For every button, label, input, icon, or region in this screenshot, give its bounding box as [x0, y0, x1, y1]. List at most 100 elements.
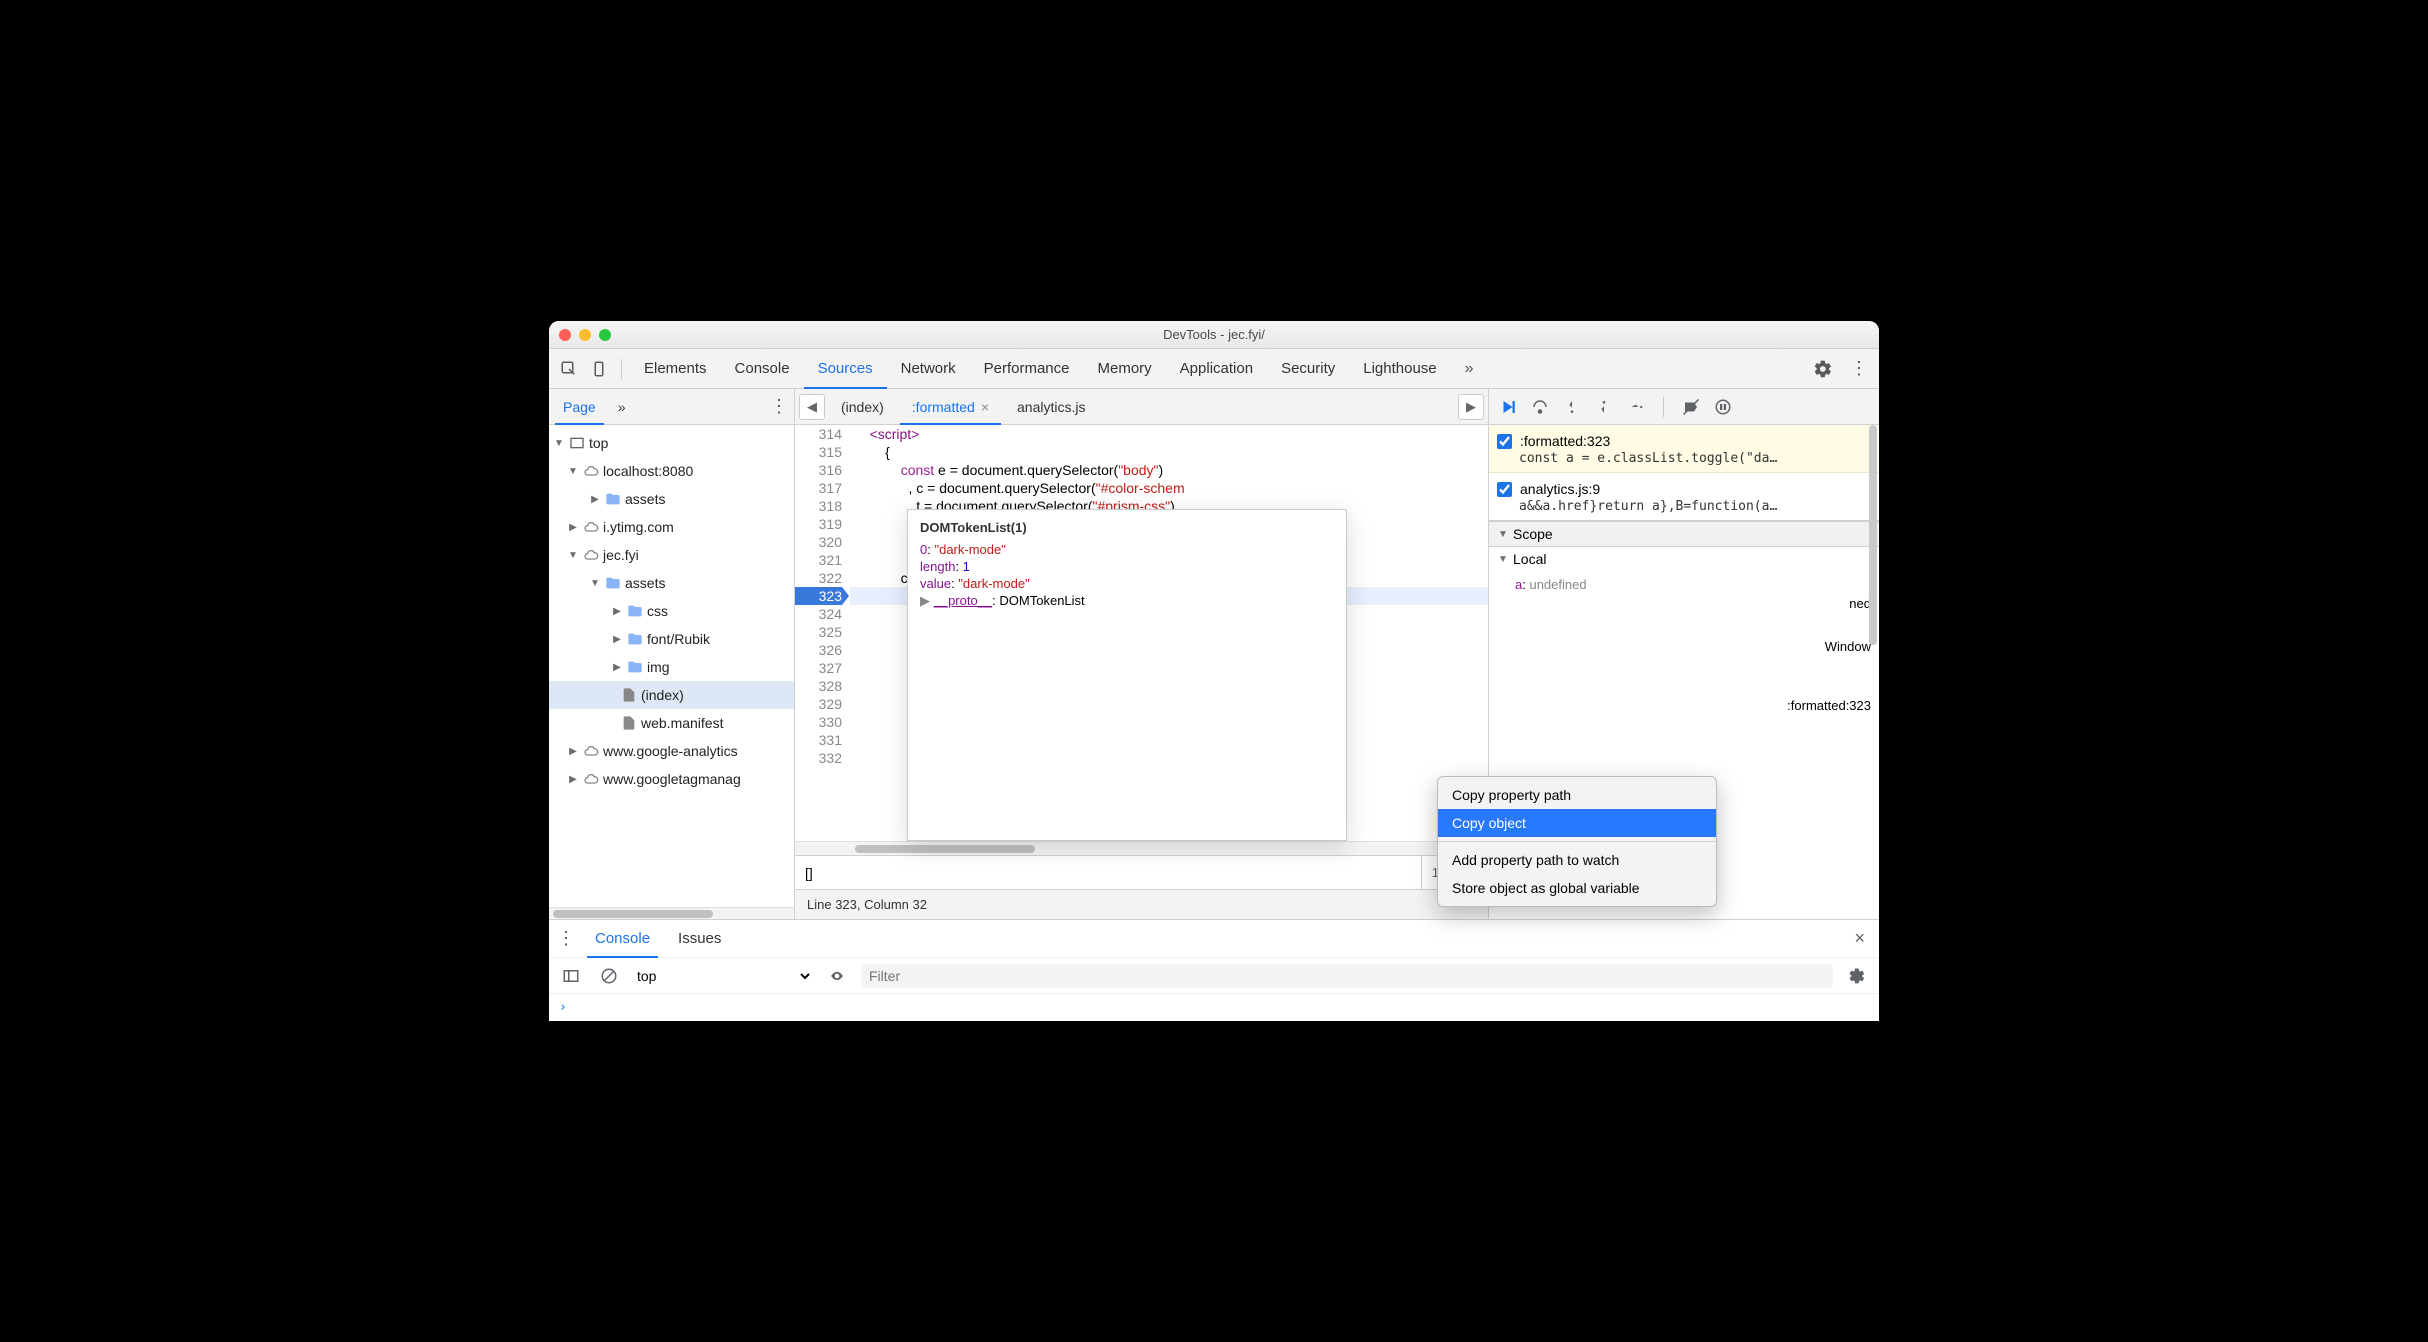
- editor-status-bar: Line 323, Column 32: [795, 889, 1488, 919]
- tabs-overflow-icon[interactable]: »: [1451, 349, 1488, 389]
- devtools-window: DevTools - jec.fyi/ Elements Console Sou…: [549, 321, 1879, 1021]
- tree-folder[interactable]: assets: [625, 575, 665, 591]
- tree-domain[interactable]: localhost:8080: [603, 463, 693, 479]
- object-inspector-tooltip[interactable]: DOMTokenList(1) 0: "dark-mode" length: 1…: [907, 509, 1347, 841]
- tree-domain[interactable]: www.googletagmanag: [603, 771, 741, 787]
- nav-forward-icon[interactable]: ▶: [1458, 394, 1484, 420]
- tab-lighthouse[interactable]: Lighthouse: [1349, 349, 1450, 389]
- tab-sources[interactable]: Sources: [804, 349, 887, 389]
- scope-header[interactable]: ▼Scope: [1489, 521, 1879, 547]
- tooltip-proto[interactable]: ▶ __proto__: DOMTokenList: [920, 592, 1334, 610]
- breakpoint-label[interactable]: analytics.js:9: [1520, 481, 1600, 497]
- breakpoint-row[interactable]: :formatted:323: [1497, 431, 1871, 451]
- drawer-tab-console[interactable]: Console: [587, 920, 658, 958]
- tree-folder[interactable]: assets: [625, 491, 665, 507]
- find-input[interactable]: [795, 865, 1421, 881]
- drawer-more-icon[interactable]: ⋮: [557, 928, 575, 949]
- drawer-tab-issues[interactable]: Issues: [670, 920, 729, 958]
- callstack-ref[interactable]: :formatted:323: [1497, 696, 1871, 715]
- nav-back-icon[interactable]: ◀: [799, 394, 825, 420]
- more-icon[interactable]: ⋮: [1845, 355, 1873, 383]
- breakpoint-label[interactable]: :formatted:323: [1520, 433, 1610, 449]
- scope-local-header[interactable]: ▼Local: [1489, 547, 1879, 571]
- tree-file[interactable]: web.manifest: [641, 715, 723, 731]
- resume-icon[interactable]: [1497, 396, 1519, 418]
- breakpoint-checkbox[interactable]: [1497, 434, 1512, 449]
- navigator-tab-page[interactable]: Page: [555, 389, 604, 425]
- tree-root[interactable]: top: [589, 435, 608, 451]
- navigator-more-icon[interactable]: ⋮: [770, 396, 788, 417]
- navigator-tabs-overflow-icon[interactable]: »: [610, 389, 634, 425]
- tab-memory[interactable]: Memory: [1084, 349, 1166, 389]
- ctx-separator: [1438, 841, 1716, 842]
- tree-file-selected[interactable]: (index): [641, 687, 684, 703]
- tree-folder[interactable]: img: [647, 659, 670, 675]
- scope-global[interactable]: Window: [1497, 637, 1871, 656]
- drawer-close-icon[interactable]: ×: [1848, 928, 1871, 949]
- panel-tabs: Elements Console Sources Network Perform…: [630, 349, 1807, 389]
- cloud-icon: [583, 743, 599, 759]
- clear-console-icon[interactable]: [595, 962, 623, 990]
- step-out-icon[interactable]: [1593, 396, 1615, 418]
- right-vscrollbar[interactable]: [1869, 425, 1877, 919]
- context-selector[interactable]: top: [633, 967, 813, 985]
- file-icon: [621, 715, 637, 731]
- editor-tabs: ◀ (index) :formatted× analytics.js ▶: [795, 389, 1488, 425]
- scope-variables: a: undefined ned Window :formatted:323: [1489, 571, 1879, 723]
- tab-application[interactable]: Application: [1166, 349, 1267, 389]
- file-tab-analytics[interactable]: analytics.js: [1005, 389, 1097, 425]
- navigator-hscrollbar[interactable]: [549, 907, 794, 919]
- tab-network[interactable]: Network: [887, 349, 970, 389]
- pause-on-exceptions-icon[interactable]: [1712, 396, 1734, 418]
- folder-icon: [627, 631, 643, 647]
- tree-domain[interactable]: i.ytimg.com: [603, 519, 674, 535]
- file-tab-formatted[interactable]: :formatted×: [900, 389, 1001, 425]
- folder-icon: [627, 603, 643, 619]
- frame-icon: [569, 435, 585, 451]
- tooltip-prop[interactable]: 0: "dark-mode": [920, 541, 1334, 558]
- window-title: DevTools - jec.fyi/: [549, 327, 1879, 342]
- file-tree[interactable]: ▼top ▼localhost:8080 ▶assets ▶i.ytimg.co…: [549, 425, 794, 907]
- main-toolbar: Elements Console Sources Network Perform…: [549, 349, 1879, 389]
- step-over-icon[interactable]: [1529, 396, 1551, 418]
- device-toggle-icon[interactable]: [585, 355, 613, 383]
- file-tab-index[interactable]: (index): [829, 389, 896, 425]
- separator: [1663, 397, 1664, 417]
- deactivate-breakpoints-icon[interactable]: [1680, 396, 1702, 418]
- ctx-copy-property-path[interactable]: Copy property path: [1438, 781, 1716, 809]
- scope-var[interactable]: a: undefined: [1497, 575, 1871, 594]
- settings-icon[interactable]: [1809, 355, 1837, 383]
- console-sidebar-toggle-icon[interactable]: [557, 962, 585, 990]
- folder-icon: [605, 491, 621, 507]
- console-toolbar: top: [549, 958, 1879, 994]
- tooltip-prop[interactable]: length: 1: [920, 558, 1334, 575]
- ctx-store-global[interactable]: Store object as global variable: [1438, 874, 1716, 902]
- tab-security[interactable]: Security: [1267, 349, 1349, 389]
- tree-domain[interactable]: www.google-analytics: [603, 743, 738, 759]
- breakpoint-row[interactable]: analytics.js:9: [1497, 479, 1871, 499]
- tree-domain[interactable]: jec.fyi: [603, 547, 639, 563]
- cloud-icon: [583, 463, 599, 479]
- console-filter-input[interactable]: [861, 964, 1833, 988]
- tab-performance[interactable]: Performance: [970, 349, 1084, 389]
- ctx-add-to-watch[interactable]: Add property path to watch: [1438, 846, 1716, 874]
- breakpoint-code: a&&a.href}return a},B=function(a…: [1497, 499, 1871, 514]
- ctx-copy-object[interactable]: Copy object: [1438, 809, 1716, 837]
- tab-console[interactable]: Console: [721, 349, 804, 389]
- tree-folder[interactable]: font/Rubik: [647, 631, 710, 647]
- console-prompt[interactable]: ›: [549, 994, 1879, 1021]
- breakpoint-checkbox[interactable]: [1497, 482, 1512, 497]
- context-menu[interactable]: Copy property path Copy object Add prope…: [1437, 776, 1717, 907]
- toolbar-right: ⋮: [1809, 355, 1873, 383]
- close-tab-icon[interactable]: ×: [981, 399, 989, 415]
- inspect-icon[interactable]: [555, 355, 583, 383]
- tooltip-prop[interactable]: value: "dark-mode": [920, 575, 1334, 592]
- tab-elements[interactable]: Elements: [630, 349, 721, 389]
- breakpoint-list: :formatted:323 const a = e.classList.tog…: [1489, 425, 1879, 473]
- step-into-icon[interactable]: [1561, 396, 1583, 418]
- editor-hscrollbar[interactable]: [795, 841, 1488, 855]
- console-settings-icon[interactable]: [1843, 962, 1871, 990]
- tree-folder[interactable]: css: [647, 603, 668, 619]
- live-expression-icon[interactable]: [823, 962, 851, 990]
- step-icon[interactable]: [1625, 396, 1647, 418]
